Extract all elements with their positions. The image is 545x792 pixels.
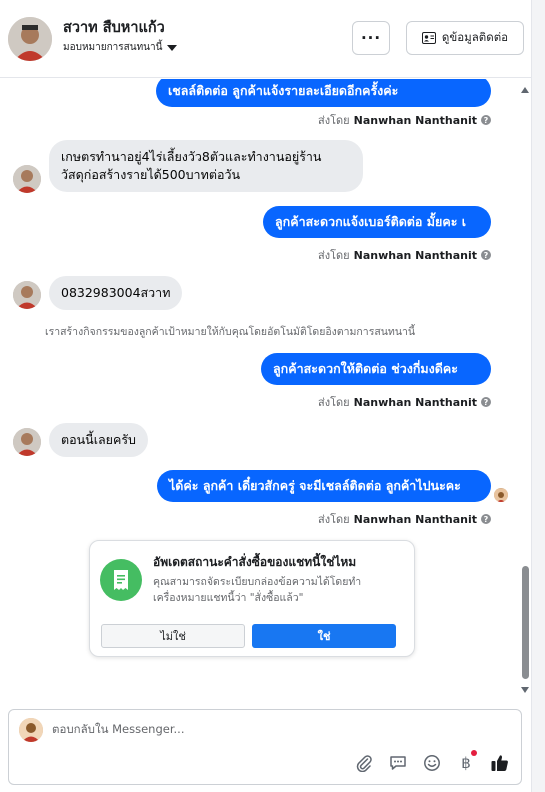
- incoming-message: ตอนนี้เลยครับ: [49, 423, 148, 457]
- contact-name[interactable]: สวาท สืบหาแก้ว: [63, 16, 165, 39]
- sent-by-label: ส่งโดย Nanwhan Nanthanit ?: [318, 111, 491, 129]
- card-description: คุณสามารถจัดระเบียบกล่องข้อความได้โดยทำเ…: [153, 576, 362, 604]
- more-options-button[interactable]: ···: [352, 21, 390, 55]
- system-note: เราสร้างกิจกรรมของลูกค้าเป้าหมายให้กับคุ…: [45, 326, 416, 338]
- conversation-header: สวาท สืบหาแก้ว มอบหมายการสนทนานี้ ··· ดู…: [0, 0, 531, 78]
- scroll-down-arrow-icon[interactable]: [521, 687, 529, 693]
- reply-composer: ฿: [8, 709, 522, 785]
- order-status-prompt-card: อัพเดตสถานะคำสั่งซื้อของแชทนี้ใช่ไหม คุณ…: [89, 540, 415, 657]
- order-receipt-icon: [100, 559, 142, 601]
- contact-avatar-small: [13, 428, 41, 456]
- payment-baht-icon[interactable]: ฿: [455, 750, 477, 774]
- card-title: อัพเดตสถานะคำสั่งซื้อของแชทนี้ใช่ไหม: [153, 555, 357, 569]
- outgoing-message: ได้ค่ะ ลูกค้า เดี๋ยวสักครู่ จะมีเชลล์ติด…: [157, 470, 491, 502]
- reply-input[interactable]: [52, 722, 452, 736]
- read-receipt-avatar: [494, 488, 508, 502]
- assign-conversation-dropdown[interactable]: มอบหมายการสนทนานี้: [63, 40, 178, 55]
- no-button[interactable]: ไม่ใช่: [101, 624, 245, 648]
- scrollbar-thumb[interactable]: [522, 566, 529, 679]
- help-icon[interactable]: ?: [481, 115, 491, 125]
- incoming-message: เกษตรทำนาอยู่4ไร่เลี้ยงวัว8ตัวและทำงานอย…: [49, 140, 363, 192]
- help-icon[interactable]: ?: [481, 514, 491, 524]
- sent-by-label: ส่งโดย Nanwhan Nanthanit ?: [318, 393, 491, 411]
- contact-card-icon: [421, 32, 436, 44]
- attachment-icon[interactable]: [353, 752, 375, 774]
- page-scrollbar[interactable]: [531, 0, 545, 792]
- incoming-message: 0832983004สวาท: [49, 276, 183, 310]
- caret-down-icon: [167, 44, 178, 51]
- contact-avatar-small: [13, 281, 41, 309]
- emoji-icon[interactable]: [421, 752, 443, 774]
- help-icon[interactable]: ?: [481, 397, 491, 407]
- contact-avatar[interactable]: [8, 17, 52, 61]
- outgoing-message: ลูกค้าสะดวกแจ้งเบอร์ติดต่อ มั้ยคะ เ: [263, 206, 491, 238]
- sent-by-label: ส่งโดย Nanwhan Nanthanit ?: [318, 510, 491, 528]
- outgoing-message: เชลล์ติดต่อ ลูกค้าแจ้งรายละเอียดอีกครั้ง…: [156, 79, 491, 107]
- contact-avatar-small: [13, 165, 41, 193]
- scroll-up-arrow-icon[interactable]: [521, 87, 529, 93]
- view-contact-info-label: ดูข้อมูลติดต่อ: [441, 30, 509, 44]
- composer-toolbar: ฿: [353, 750, 511, 774]
- thumbs-up-icon[interactable]: [489, 752, 511, 774]
- message-thread[interactable]: เชลล์ติดต่อ ลูกค้าแจ้งรายละเอียดอีกครั้ง…: [0, 79, 531, 698]
- page-avatar: [19, 718, 43, 742]
- sent-by-label: ส่งโดย Nanwhan Nanthanit ?: [318, 246, 491, 264]
- help-icon[interactable]: ?: [481, 250, 491, 260]
- outgoing-message: ลูกค้าสะดวกให้ติดต่อ ช่วงกี่มงดีคะ: [261, 353, 491, 385]
- view-contact-info-button[interactable]: ดูข้อมูลติดต่อ: [406, 21, 524, 55]
- notification-dot: [471, 750, 477, 756]
- saved-replies-icon[interactable]: [387, 752, 409, 774]
- assign-label: มอบหมายการสนทนานี้: [63, 42, 163, 53]
- yes-button[interactable]: ใช่: [252, 624, 396, 648]
